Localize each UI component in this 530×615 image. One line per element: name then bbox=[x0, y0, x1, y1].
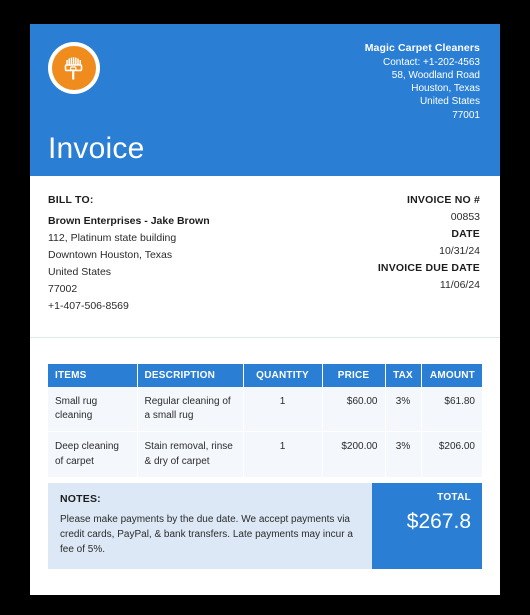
invoice-due-date-label: INVOICE DUE DATE bbox=[377, 262, 480, 274]
cell-quantity: 1 bbox=[243, 387, 323, 433]
company-contact: Contact: +1-202-4563 bbox=[382, 56, 480, 68]
company-details: Magic Carpet Cleaners Contact: +1-202-45… bbox=[365, 42, 480, 122]
notes-text: Please make payments by the due date. We… bbox=[60, 513, 353, 555]
notes-label: NOTES: bbox=[60, 492, 101, 505]
column-header-amount: AMOUNT bbox=[421, 364, 482, 387]
table-row: Small rug cleaning Regular cleaning of a… bbox=[48, 387, 482, 433]
bill-to-block: BILL TO: Brown Enterprises - Jake Brown … bbox=[48, 192, 210, 315]
column-header-tax: TAX bbox=[385, 364, 422, 387]
invoice-no-value: 00853 bbox=[450, 211, 480, 223]
company-address-line1: 58, Woodland Road bbox=[391, 70, 480, 82]
company-logo bbox=[48, 42, 100, 94]
bill-to-phone: +1-407-506-8569 bbox=[48, 300, 129, 312]
notes-block: NOTES: Please make payments by the due d… bbox=[48, 482, 372, 569]
carpet-cleaner-brush-icon bbox=[52, 46, 96, 90]
cell-description: Stain removal, rinse & dry of carpet bbox=[137, 431, 244, 478]
bill-to-address-line1: 112, Platinum state building bbox=[48, 232, 177, 244]
table-header-row: ITEMS DESCRIPTION QUANTITY PRICE TAX AMO… bbox=[48, 364, 482, 387]
invoice-meta-block: INVOICE NO # 00853 DATE 10/31/24 INVOICE… bbox=[378, 192, 480, 315]
cell-tax: 3% bbox=[385, 387, 422, 433]
cell-price: $200.00 bbox=[322, 431, 386, 478]
column-header-items: ITEMS bbox=[48, 364, 138, 387]
invoice-date-label: DATE bbox=[451, 228, 480, 240]
total-block: TOTAL $267.8 bbox=[372, 482, 482, 569]
bill-to-country: United States bbox=[48, 266, 112, 278]
column-header-quantity: QUANTITY bbox=[243, 364, 323, 387]
company-zip: 77001 bbox=[452, 109, 480, 121]
cell-item: Deep cleaning of carpet bbox=[48, 431, 138, 478]
company-name: Magic Carpet Cleaners bbox=[364, 42, 480, 54]
invoice-header: Magic Carpet Cleaners Contact: +1-202-45… bbox=[30, 24, 500, 176]
bill-and-meta-section: BILL TO: Brown Enterprises - Jake Brown … bbox=[30, 176, 500, 338]
invoice-date-value: 10/31/24 bbox=[439, 245, 480, 257]
total-value: $267.8 bbox=[406, 509, 471, 533]
invoice-no-label: INVOICE NO # bbox=[407, 194, 480, 206]
company-address-line2: Houston, Texas bbox=[411, 83, 480, 95]
cell-quantity: 1 bbox=[243, 431, 323, 478]
line-items-table-wrapper: ITEMS DESCRIPTION QUANTITY PRICE TAX AMO… bbox=[30, 338, 500, 478]
column-header-description: DESCRIPTION bbox=[137, 364, 244, 387]
cell-item: Small rug cleaning bbox=[48, 387, 138, 433]
cell-tax: 3% bbox=[385, 431, 422, 478]
line-items-table: ITEMS DESCRIPTION QUANTITY PRICE TAX AMO… bbox=[48, 364, 482, 478]
invoice-due-date-value: 11/06/24 bbox=[439, 279, 480, 291]
cell-description: Regular cleaning of a small rug bbox=[137, 387, 244, 433]
cell-price: $60.00 bbox=[322, 387, 386, 433]
bill-to-name: Brown Enterprises - Jake Brown bbox=[48, 215, 210, 227]
cell-amount: $61.80 bbox=[421, 387, 482, 433]
company-country: United States bbox=[419, 96, 480, 108]
table-row: Deep cleaning of carpet Stain removal, r… bbox=[48, 431, 482, 478]
column-header-price: PRICE bbox=[322, 364, 386, 387]
bill-to-zip: 77002 bbox=[48, 283, 78, 295]
page-title: Invoice bbox=[48, 131, 145, 165]
total-label: TOTAL bbox=[437, 491, 471, 503]
notes-and-total-section: NOTES: Please make payments by the due d… bbox=[48, 482, 482, 569]
invoice-page: Magic Carpet Cleaners Contact: +1-202-45… bbox=[30, 24, 500, 595]
header-top-row: Magic Carpet Cleaners Contact: +1-202-45… bbox=[48, 42, 480, 122]
bill-to-address-line2: Downtown Houston, Texas bbox=[48, 249, 173, 261]
cell-amount: $206.00 bbox=[421, 431, 482, 478]
bill-to-label: BILL TO: bbox=[48, 194, 94, 206]
